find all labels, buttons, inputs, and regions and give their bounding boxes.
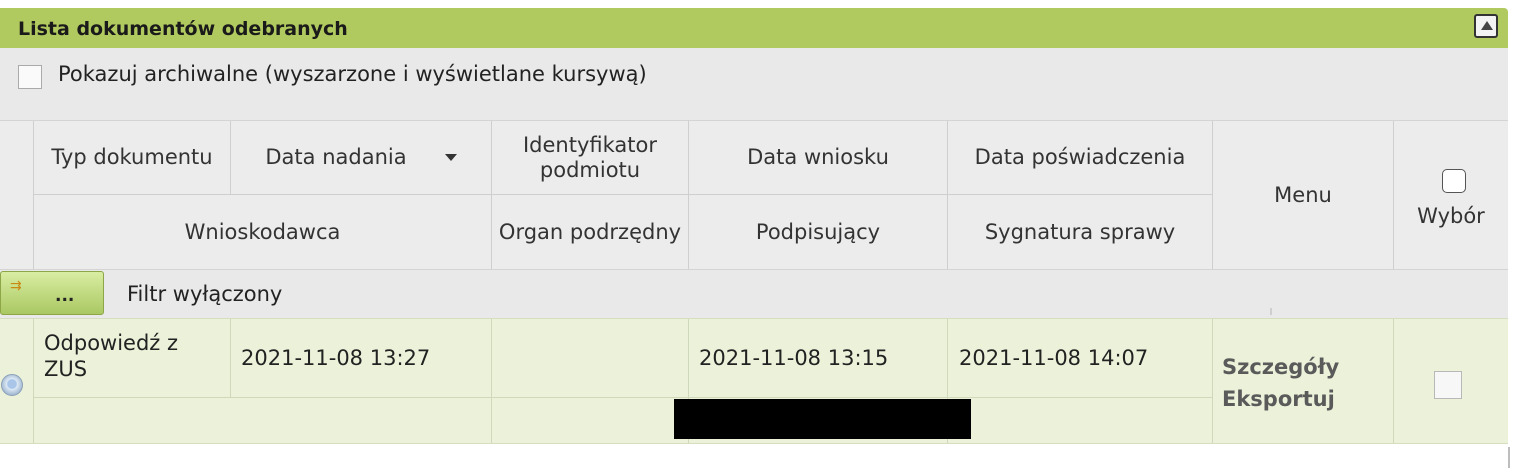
cell-typ: Odpowiedź z ZUS <box>44 331 179 381</box>
row-divider <box>230 319 231 397</box>
col-header-podpisujacy[interactable]: Podpisujący <box>689 195 947 269</box>
row-divider <box>491 319 492 443</box>
filter-button-label: ... <box>55 286 75 306</box>
col-header-data-nadania[interactable]: Data nadania <box>231 121 491 194</box>
details-link[interactable]: Szczegóły <box>1222 353 1339 381</box>
col-header-data-poswiadczenia[interactable]: Data poświadczenia <box>948 121 1212 194</box>
filter-arrows-icon: ⇉ <box>10 278 22 294</box>
redacted-block <box>674 399 971 439</box>
col-header-identyfikator[interactable]: Identyfikator podmiotu <box>492 121 688 194</box>
show-archived-label[interactable]: Pokazuj archiwalne (wyszarzone i wyświet… <box>58 62 647 86</box>
row-radio-button[interactable] <box>1 374 23 396</box>
divider <box>1270 308 1272 315</box>
col-header-data-nadania-label: Data nadania <box>265 145 407 169</box>
cell-data-poswiadczenia: 2021-11-08 14:07 <box>959 346 1149 370</box>
collapse-up-icon[interactable] <box>1474 14 1498 38</box>
table-header: Typ dokumentu Data nadania Identyfikator… <box>0 120 1508 270</box>
col-header-wnioskodawca[interactable]: Wnioskodawca <box>34 195 491 269</box>
panel-title: Lista dokumentów odebranych <box>18 18 348 40</box>
row-divider <box>33 319 34 443</box>
filter-button[interactable]: ⇉ ... <box>0 271 104 315</box>
row-divider <box>1393 319 1394 443</box>
col-header-typ[interactable]: Typ dokumentu <box>34 121 230 194</box>
col-header-data-wniosku[interactable]: Data wniosku <box>689 121 947 194</box>
sort-down-icon[interactable] <box>444 154 457 161</box>
received-documents-panel: Lista dokumentów odebranych Pokazuj arch… <box>0 0 1510 468</box>
col-header-sygnatura[interactable]: Sygnatura sprawy <box>948 195 1212 269</box>
table-row[interactable]: Odpowiedź z ZUS 2021-11-08 13:27 2021-11… <box>0 318 1508 444</box>
row-divider <box>33 397 1212 398</box>
panel-title-bar: Lista dokumentów odebranych <box>0 8 1508 48</box>
row-select-checkbox[interactable] <box>1434 371 1462 399</box>
show-archived-checkbox[interactable] <box>18 65 42 89</box>
archive-filter-bar: Pokazuj archiwalne (wyszarzone i wyświet… <box>0 48 1508 120</box>
col-header-menu: Menu <box>1274 182 1332 207</box>
row-divider <box>1212 319 1213 443</box>
filter-bar: ⇉ ... Filtr wyłączony <box>0 270 1508 318</box>
export-link[interactable]: Eksportuj <box>1222 385 1335 413</box>
panel-edge <box>1508 447 1510 468</box>
cell-data-wniosku: 2021-11-08 13:15 <box>699 346 889 370</box>
filter-status: Filtr wyłączony <box>127 282 283 306</box>
cell-data-nadania: 2021-11-08 13:27 <box>241 346 431 370</box>
col-header-wybor: Wybór <box>1417 203 1485 228</box>
col-header-organ[interactable]: Organ podrzędny <box>492 195 688 269</box>
select-all-checkbox[interactable] <box>1442 169 1466 193</box>
